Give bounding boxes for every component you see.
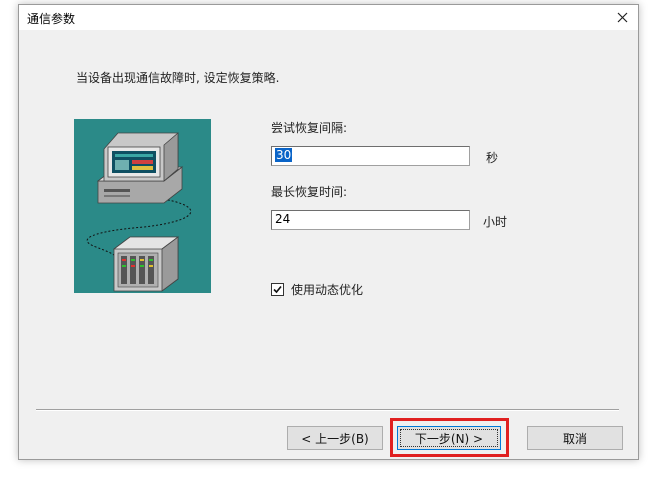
dynamic-optimization-option[interactable]: 使用动态优化 — [271, 281, 363, 298]
max-recovery-time-input[interactable]: 24 — [271, 210, 470, 230]
next-button[interactable]: 下一步(N) > — [397, 426, 501, 450]
retry-interval-unit: 秒 — [486, 151, 499, 165]
max-recovery-time-unit: 小时 — [483, 215, 508, 229]
retry-interval-label: 尝试恢复间隔: — [271, 121, 348, 135]
instruction-text: 当设备出现通信故障时, 设定恢复策略. — [76, 71, 280, 85]
max-recovery-time-value: 24 — [275, 212, 291, 226]
back-button[interactable]: < 上一步(B) — [287, 426, 383, 450]
checkmark-icon — [273, 285, 282, 294]
dynamic-optimization-checkbox[interactable] — [271, 283, 284, 296]
title-bar: 通信参数 — [19, 5, 638, 30]
footer-divider — [36, 409, 619, 411]
close-button[interactable] — [606, 5, 638, 30]
retry-interval-value: 30 — [275, 148, 293, 162]
dynamic-optimization-label: 使用动态优化 — [291, 283, 364, 297]
retry-interval-input[interactable]: 30 — [271, 146, 470, 166]
communication-parameters-dialog: 通信参数 当设备出现通信故障时, 设定恢复策略. 尝试恢复间隔: 30 秒 最长… — [18, 4, 639, 460]
close-icon — [617, 12, 627, 23]
window-title: 通信参数 — [27, 12, 76, 26]
computer-device-connection-illustration — [74, 119, 211, 293]
cancel-button[interactable]: 取消 — [527, 426, 623, 450]
max-recovery-time-label: 最长恢复时间: — [271, 185, 348, 199]
